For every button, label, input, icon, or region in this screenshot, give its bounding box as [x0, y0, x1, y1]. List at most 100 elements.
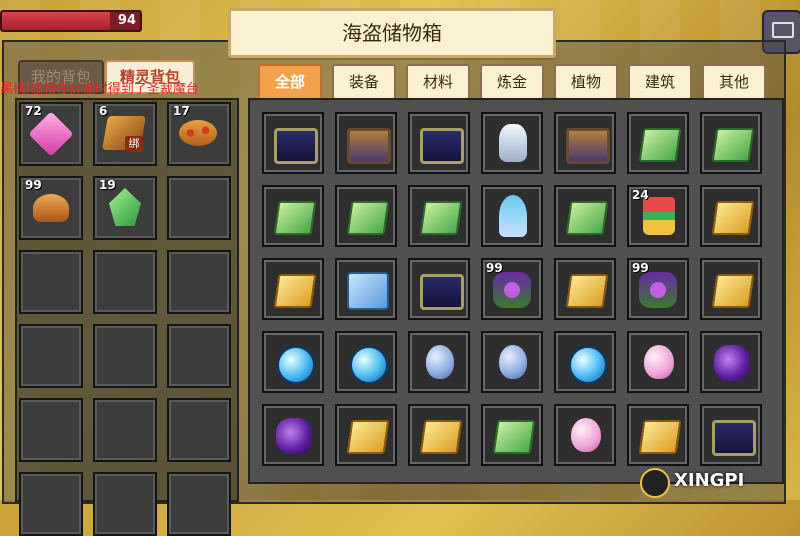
chest-bronze-icon [566, 128, 610, 164]
storage-slot[interactable] [627, 112, 689, 174]
bread-icon [33, 194, 69, 222]
storage-slot[interactable] [408, 112, 470, 174]
storage-slot[interactable] [700, 112, 762, 174]
green-scroll-icon [419, 201, 463, 235]
yellow-scroll-icon [346, 420, 390, 454]
backpack-slot[interactable]: 99 [19, 176, 83, 240]
green-scroll-icon [565, 201, 609, 235]
pink-egg-icon [571, 418, 601, 452]
backpack-slot[interactable] [167, 472, 231, 536]
backpack-grid: 72 6 绑 17 99 19 [15, 98, 239, 536]
yellow-scroll-icon [711, 201, 755, 235]
storage-slot[interactable] [554, 258, 616, 320]
backpack-slot[interactable] [93, 250, 157, 314]
tab-category[interactable]: 建筑 [628, 64, 692, 100]
backpack-slot[interactable]: 6绑 [93, 102, 157, 166]
storage-slot[interactable] [262, 404, 324, 466]
storage-slot[interactable] [262, 258, 324, 320]
tab-category[interactable]: 炼金 [480, 64, 544, 100]
green-scroll-icon [711, 128, 755, 162]
tab-category[interactable]: 全部 [258, 64, 322, 100]
storage-slot[interactable]: 99 [627, 258, 689, 320]
storage-slot[interactable] [554, 331, 616, 393]
storage-slot[interactable] [335, 404, 397, 466]
backpack-slot[interactable]: 19 [93, 176, 157, 240]
chest-gold-icon [274, 128, 318, 164]
hp-bar: 94 [0, 10, 142, 32]
purple-flower-icon [639, 272, 677, 308]
storage-slot[interactable] [481, 404, 543, 466]
storage-slot[interactable] [627, 331, 689, 393]
item-count: 19 [99, 178, 116, 192]
storage-slot[interactable] [481, 185, 543, 247]
backpack-slot[interactable] [19, 398, 83, 462]
storage-slot[interactable] [700, 404, 762, 466]
storage-slot[interactable] [408, 331, 470, 393]
blue-egg-icon [499, 345, 527, 379]
tab-category[interactable]: 其他 [702, 64, 766, 100]
watermark: XINGPI [640, 466, 796, 498]
yellow-scroll-icon [273, 274, 317, 308]
backpack-slot[interactable] [167, 250, 231, 314]
tab-category[interactable]: 植物 [554, 64, 618, 100]
storage-slot[interactable] [408, 185, 470, 247]
storage-slot[interactable] [335, 331, 397, 393]
storage-slot[interactable] [700, 331, 762, 393]
purple-flower-icon [493, 272, 531, 308]
backpack-slot[interactable] [167, 398, 231, 462]
storage-slot[interactable] [262, 112, 324, 174]
storage-slot[interactable] [700, 258, 762, 320]
blue-orb-icon [350, 346, 388, 384]
storage-slot[interactable] [554, 185, 616, 247]
cake-tower-icon [643, 197, 675, 235]
storage-slot[interactable] [408, 404, 470, 466]
storage-slot[interactable] [335, 112, 397, 174]
storage-slot[interactable] [554, 404, 616, 466]
backpack-slot[interactable] [93, 398, 157, 462]
bound-badge: 绑 [125, 136, 143, 152]
chest-gold-icon [420, 274, 464, 310]
storage-slot[interactable] [554, 112, 616, 174]
yellow-scroll-icon [565, 274, 609, 308]
purple-stone-icon [276, 418, 312, 454]
winged-scroll-icon [347, 272, 389, 310]
blue-egg-icon [426, 345, 454, 379]
backpack-slot[interactable] [167, 324, 231, 388]
backpack-slot[interactable] [19, 472, 83, 536]
item-count: 24 [632, 188, 649, 202]
pizza-icon [179, 120, 217, 146]
storage-slot[interactable]: 24 [627, 185, 689, 247]
item-count: 17 [173, 104, 190, 118]
backpack-slot[interactable] [167, 176, 231, 240]
backpack-slot[interactable]: 72 [19, 102, 83, 166]
backpack-slot[interactable] [93, 472, 157, 536]
backpack-slot[interactable] [19, 250, 83, 314]
storage-slot[interactable] [408, 258, 470, 320]
storage-slot[interactable] [262, 185, 324, 247]
storage-slot[interactable] [262, 331, 324, 393]
statue-icon [499, 124, 527, 162]
item-count: 6 [99, 104, 108, 118]
green-scroll-icon [273, 201, 317, 235]
storage-slot[interactable] [481, 112, 543, 174]
pink-egg-icon [644, 345, 674, 379]
purple-stone-icon [714, 345, 750, 381]
storage-slot[interactable] [335, 258, 397, 320]
backpack-slot[interactable] [93, 324, 157, 388]
storage-slot[interactable] [627, 404, 689, 466]
storage-slot[interactable] [335, 185, 397, 247]
chest-gold-icon [420, 128, 464, 164]
crystal-icon [109, 188, 141, 226]
storage-slot[interactable]: 99 [481, 258, 543, 320]
tab-category[interactable]: 装备 [332, 64, 396, 100]
blue-orb-icon [277, 346, 315, 384]
tower-icon [499, 195, 527, 237]
hp-bar-fill [2, 12, 110, 30]
yellow-scroll-icon [638, 420, 682, 454]
storage-slot[interactable] [700, 185, 762, 247]
backpack-slot[interactable] [19, 324, 83, 388]
backpack-slot[interactable]: 17 [167, 102, 231, 166]
storage-slot[interactable] [481, 331, 543, 393]
green-scroll-icon [638, 128, 682, 162]
tab-category[interactable]: 材料 [406, 64, 470, 100]
